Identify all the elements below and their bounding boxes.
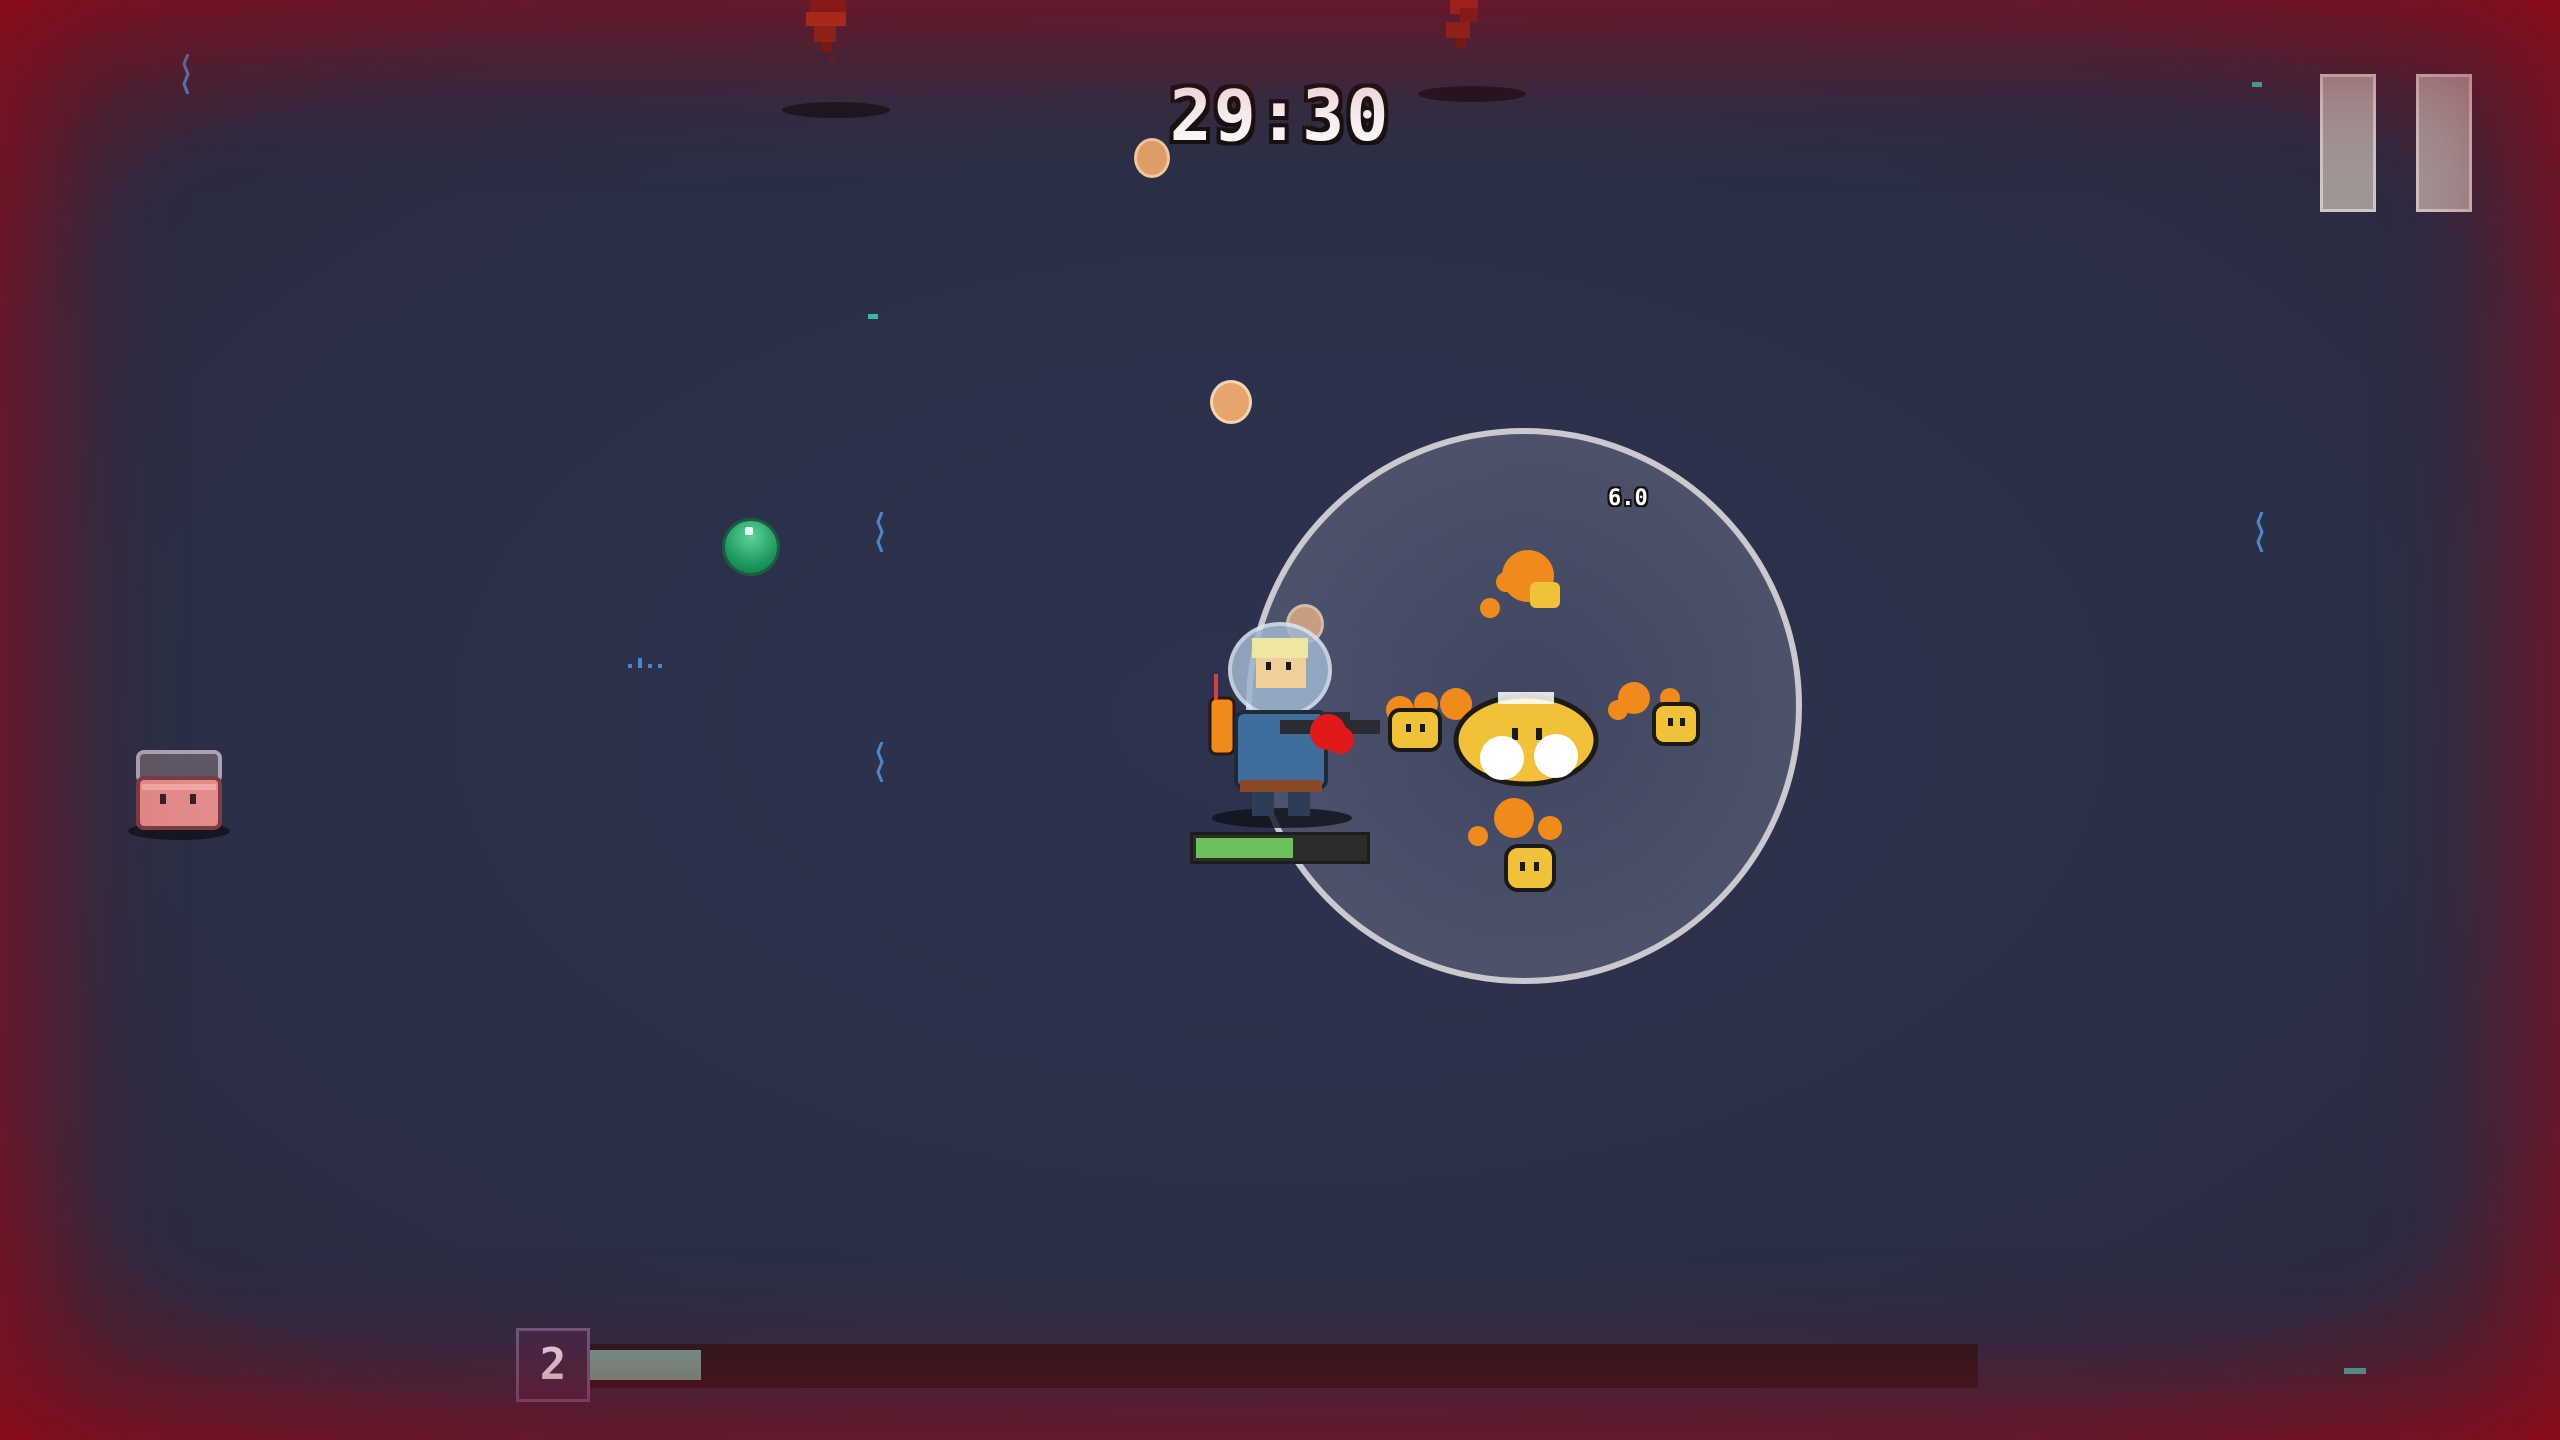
meteor-icon [1446,0,1478,48]
fragment-icon [182,54,190,94]
damage-number: 6.0 [1608,486,1648,511]
xp-shard-icon [2252,82,2262,87]
enemy-large-yellow-icon [1440,688,1599,787]
meteor-icon [806,0,846,60]
game-viewport[interactable]: 6.0 29:30 2 [0,0,2560,1440]
coin-icon [1210,380,1252,424]
pause-button[interactable] [2320,74,2480,214]
xp-shard-icon [2344,1368,2366,1374]
xp-shard-icon [868,314,878,319]
run-timer: 29:30 [1169,75,1391,157]
enemy-blob-icon [1468,798,1562,892]
pause-icon [2416,74,2472,212]
xp-orb-icon [722,518,780,576]
level-badge: 2 [516,1328,590,1402]
enemy-sprite-icon [136,750,222,830]
fire-burst-icon [1480,550,1560,618]
player-character-icon [1208,622,1380,816]
fragment-icon [876,742,884,782]
enemy-blob-icon [1608,682,1700,746]
dots-icon [628,658,662,668]
experience-bar: 2 [516,1328,1978,1402]
meteor-shadow [1418,86,1526,102]
fragment-icon [876,512,884,552]
fragment-icon [2256,512,2264,552]
meteor-shadow [782,102,890,118]
experience-fill [590,1350,701,1380]
player-health-fill [1196,838,1293,858]
experience-track [590,1344,1978,1388]
player-health-bar [1190,832,1370,864]
pause-icon [2320,74,2376,212]
